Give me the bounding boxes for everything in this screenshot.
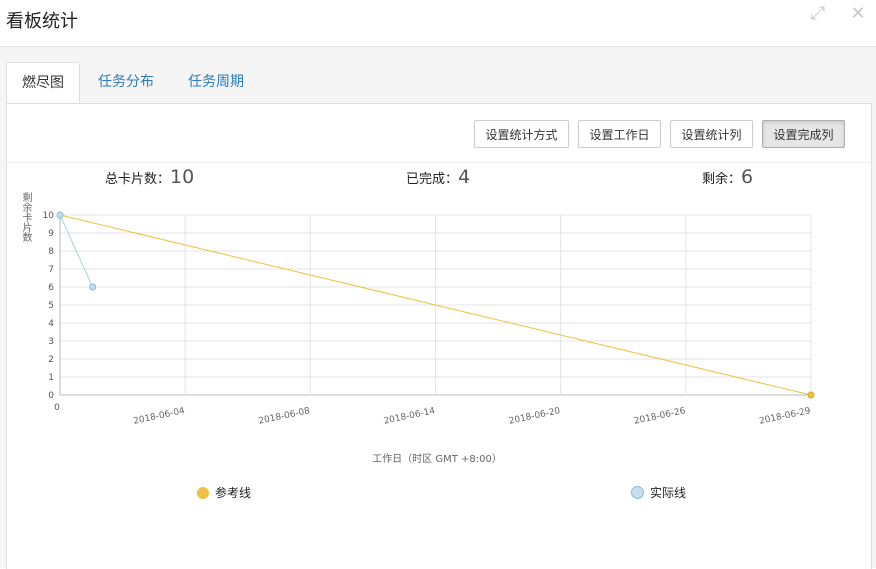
x-tick-label: 2018-06-04 xyxy=(133,406,187,427)
legend-actual-label: 实际线 xyxy=(650,486,687,500)
legend-actual-dot xyxy=(631,486,644,499)
window-title: 看板统计 xyxy=(6,11,78,32)
y-tick-label: 2 xyxy=(48,355,54,365)
burndown-chart: 0 1 2 3 4 5 6 7 8 9 10 0 2018-06-04 2018-06-08 2018-06… xyxy=(43,211,815,427)
close-icon[interactable]: ✕ xyxy=(848,4,868,24)
legend-reference-dot xyxy=(197,487,209,499)
x-tick-label: 2018-06-08 xyxy=(258,406,312,427)
y-tick-label: 0 xyxy=(48,391,54,401)
x-tick-label: 2018-06-26 xyxy=(633,406,687,427)
x-tick-label: 2018-06-20 xyxy=(508,406,562,427)
expand-arrows-icon[interactable]: ⤢ xyxy=(808,4,828,24)
tab-task-distribution[interactable]: 任务分布 xyxy=(86,62,166,103)
y-tick-label: 5 xyxy=(48,301,54,311)
legend-actual-line[interactable]: 实际线 xyxy=(631,484,686,501)
data-point-actual xyxy=(56,211,64,219)
y-tick-label: 1 xyxy=(48,373,54,383)
y-tick-label: 7 xyxy=(48,265,54,275)
y-tick-label: 9 xyxy=(48,229,54,239)
data-point-reference xyxy=(807,391,815,399)
tab-task-cycle[interactable]: 任务周期 xyxy=(176,62,256,103)
data-point-actual xyxy=(89,283,97,291)
y-tick-label: 4 xyxy=(48,319,54,329)
legend-reference-line[interactable]: 参考线 xyxy=(197,484,251,501)
legend-reference-label: 参考线 xyxy=(215,486,252,500)
x-axis-title: 工作日（时区 GMT +8:00） xyxy=(372,454,502,465)
y-tick-label: 10 xyxy=(43,211,55,221)
window-titlebar: 看板统计 ⤢ ✕ xyxy=(0,0,876,47)
burndown-panel: 设置统计方式 设置工作日 设置统计列 设置完成列 总卡片数：10 已完成：4 剩… xyxy=(6,103,872,569)
x-tick-label: 0 xyxy=(54,403,60,413)
y-tick-label: 8 xyxy=(48,247,54,257)
y-tick-label: 3 xyxy=(48,337,54,347)
x-tick-label: 2018-06-29 xyxy=(758,406,812,427)
tab-burndown[interactable]: 燃尽图 xyxy=(6,62,80,105)
y-tick-label: 6 xyxy=(48,283,54,293)
x-tick-label: 2018-06-14 xyxy=(383,406,437,427)
